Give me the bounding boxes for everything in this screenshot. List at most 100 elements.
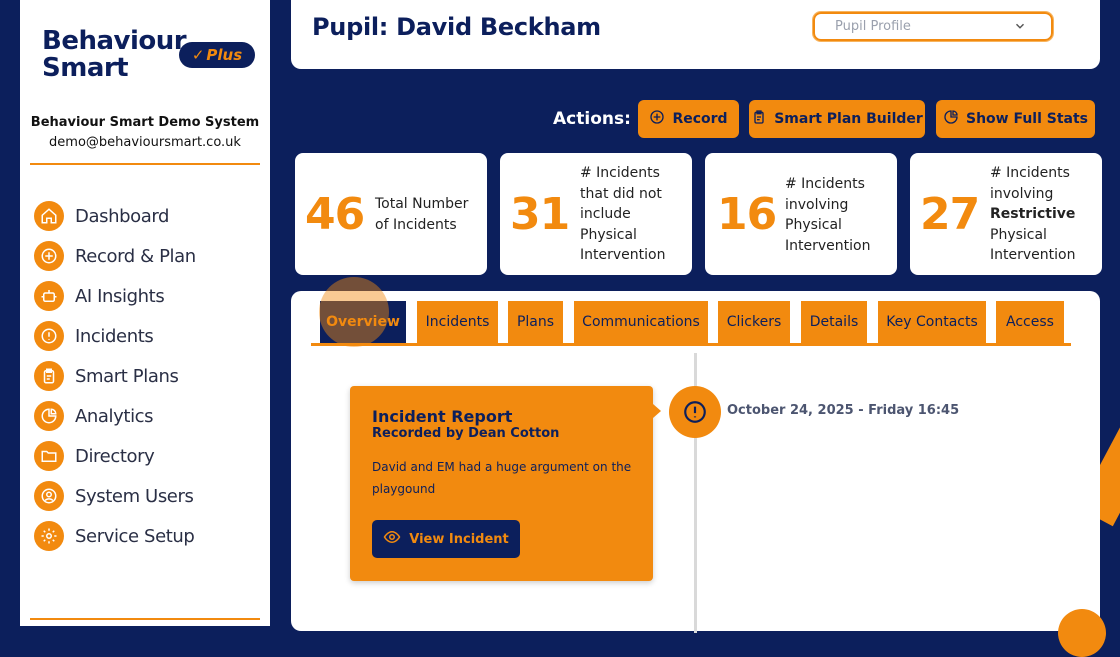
sidebar: Behaviour Smart ✓ Plus Behaviour Smart D… [20, 0, 270, 626]
help-button[interactable] [1058, 609, 1106, 657]
alert-icon [34, 321, 64, 351]
record-button-label: Record [672, 111, 728, 127]
incident-card-pointer [653, 404, 661, 418]
sidebar-divider [30, 163, 260, 165]
sidebar-item-dashboard[interactable]: Dashboard [34, 196, 196, 236]
sidebar-item-service-setup[interactable]: Service Setup [34, 516, 196, 556]
sidebar-item-label: Incidents [75, 325, 154, 347]
stat-desc-line: Physical [785, 217, 842, 233]
sidebar-item-analytics[interactable]: Analytics [34, 396, 196, 436]
main-card: Overview Incidents Plans Communications … [291, 291, 1100, 633]
stat-desc-line: Intervention [785, 237, 871, 254]
sidebar-item-ai-insights[interactable]: AI Insights [34, 276, 196, 316]
stat-value: 46 [305, 189, 365, 240]
clipboard-icon [751, 109, 767, 129]
stat-description: # Incidents involving Physical Intervent… [785, 174, 870, 256]
incident-recorded-by: Recorded by Dean Cotton [372, 426, 560, 441]
view-incident-label: View Incident [409, 531, 509, 547]
check-icon: ✓ [191, 46, 205, 64]
sidebar-nav: Dashboard Record & Plan AI Insights Inci… [34, 196, 196, 556]
incident-description: David and EM had a huge argument on the … [372, 460, 632, 496]
chevron-down-icon [1013, 19, 1027, 37]
timeline-marker [669, 386, 721, 438]
stat-desc-line: # Incidents [785, 176, 865, 192]
sidebar-item-label: Directory [75, 445, 155, 467]
brand-logo: Behaviour Smart ✓ Plus [42, 26, 255, 82]
stat-desc-line: Intervention [990, 247, 1076, 263]
tab-communications[interactable]: Communications [574, 301, 708, 343]
header-card: Pupil: David Beckham Pupil Profile [291, 0, 1100, 69]
sidebar-item-label: Service Setup [75, 525, 195, 547]
plus-circle-icon [34, 241, 64, 271]
incident-title: Incident Report [372, 407, 513, 426]
robot-icon [34, 281, 64, 311]
stat-desc-line: include [580, 206, 631, 222]
gear-icon [34, 521, 64, 551]
stat-desc-line: Physical [990, 226, 1047, 243]
view-select[interactable]: Pupil Profile [813, 12, 1053, 41]
stat-desc-line: involving [785, 196, 849, 213]
sidebar-item-label: Analytics [75, 405, 154, 427]
eye-icon [383, 528, 401, 550]
incident-card: Incident Report Recorded by Dean Cotton … [350, 386, 653, 581]
system-name: Behaviour Smart Demo System [30, 115, 260, 130]
page-title: Pupil: David Beckham [312, 13, 601, 41]
smart-plan-builder-label: Smart Plan Builder [774, 111, 923, 127]
stat-card-physical: 16 # Incidents involving Physical Interv… [705, 153, 897, 275]
stat-desc-line: # Incidents [990, 165, 1070, 181]
system-email: demo@behavioursmart.co.uk [49, 135, 241, 150]
tab-plans[interactable]: Plans [508, 301, 563, 343]
sidebar-item-label: System Users [75, 485, 194, 507]
sidebar-item-label: Dashboard [75, 205, 170, 227]
stat-description: Total Number of Incidents [375, 194, 468, 235]
user-icon [34, 481, 64, 511]
stat-desc-line: Total Number [375, 196, 469, 212]
record-button[interactable]: Record [638, 100, 739, 138]
show-full-stats-label: Show Full Stats [965, 111, 1089, 127]
timeline-date: October 24, 2025 - Friday 16:45 [727, 403, 960, 418]
plus-circle-icon [649, 109, 665, 129]
smart-plan-builder-button[interactable]: Smart Plan Builder [749, 100, 925, 138]
tab-key-contacts[interactable]: Key Contacts [878, 301, 986, 343]
stat-desc-line: of Incidents [375, 216, 457, 233]
folder-icon [34, 441, 64, 471]
tab-bar: Overview Incidents Plans Communications … [311, 301, 1071, 346]
pie-chart-icon [943, 109, 959, 129]
view-select-value: Pupil Profile [835, 19, 911, 34]
plus-badge-label: Plus [206, 46, 243, 64]
sidebar-item-label: Smart Plans [75, 365, 179, 387]
tab-details[interactable]: Details [801, 301, 867, 343]
sidebar-item-record-plan[interactable]: Record & Plan [34, 236, 196, 276]
sidebar-bottom-divider [30, 618, 260, 620]
stat-value: 31 [510, 189, 570, 240]
tab-clickers[interactable]: Clickers [718, 301, 790, 343]
stat-description: # Incidents involving Restrictive Physic… [990, 163, 1075, 266]
stat-desc-line: Intervention [580, 247, 666, 263]
stat-card-non-physical: 31 # Incidents that did not include Phys… [500, 153, 692, 275]
stat-desc-emphasis: Restrictive [990, 206, 1076, 222]
tab-incidents[interactable]: Incidents [417, 301, 498, 343]
view-incident-button[interactable]: View Incident [372, 520, 520, 558]
show-full-stats-button[interactable]: Show Full Stats [936, 100, 1095, 138]
sidebar-item-system-users[interactable]: System Users [34, 476, 196, 516]
actions-label: Actions: [553, 109, 631, 129]
stat-description: # Incidents that did not include Physica… [580, 163, 665, 266]
pie-chart-icon [34, 401, 64, 431]
stat-card-total: 46 Total Number of Incidents [295, 153, 487, 275]
sidebar-item-smart-plans[interactable]: Smart Plans [34, 356, 196, 396]
sidebar-item-directory[interactable]: Directory [34, 436, 196, 476]
home-icon [34, 201, 64, 231]
stat-desc-line: that did not [580, 185, 662, 202]
sidebar-item-incidents[interactable]: Incidents [34, 316, 196, 356]
stat-desc-line: Physical [580, 226, 637, 243]
alert-icon [684, 401, 706, 423]
stat-desc-line: involving [990, 185, 1054, 202]
sidebar-item-label: AI Insights [75, 285, 165, 307]
sidebar-item-label: Record & Plan [75, 245, 196, 267]
brand-line-1: Behaviour [42, 26, 187, 56]
stat-desc-line: # Incidents [580, 165, 660, 181]
stat-value: 16 [717, 189, 777, 240]
tab-access[interactable]: Access [996, 301, 1064, 343]
stat-card-restrictive: 27 # Incidents involving Restrictive Phy… [910, 153, 1102, 275]
plus-badge: ✓ Plus [179, 42, 255, 68]
